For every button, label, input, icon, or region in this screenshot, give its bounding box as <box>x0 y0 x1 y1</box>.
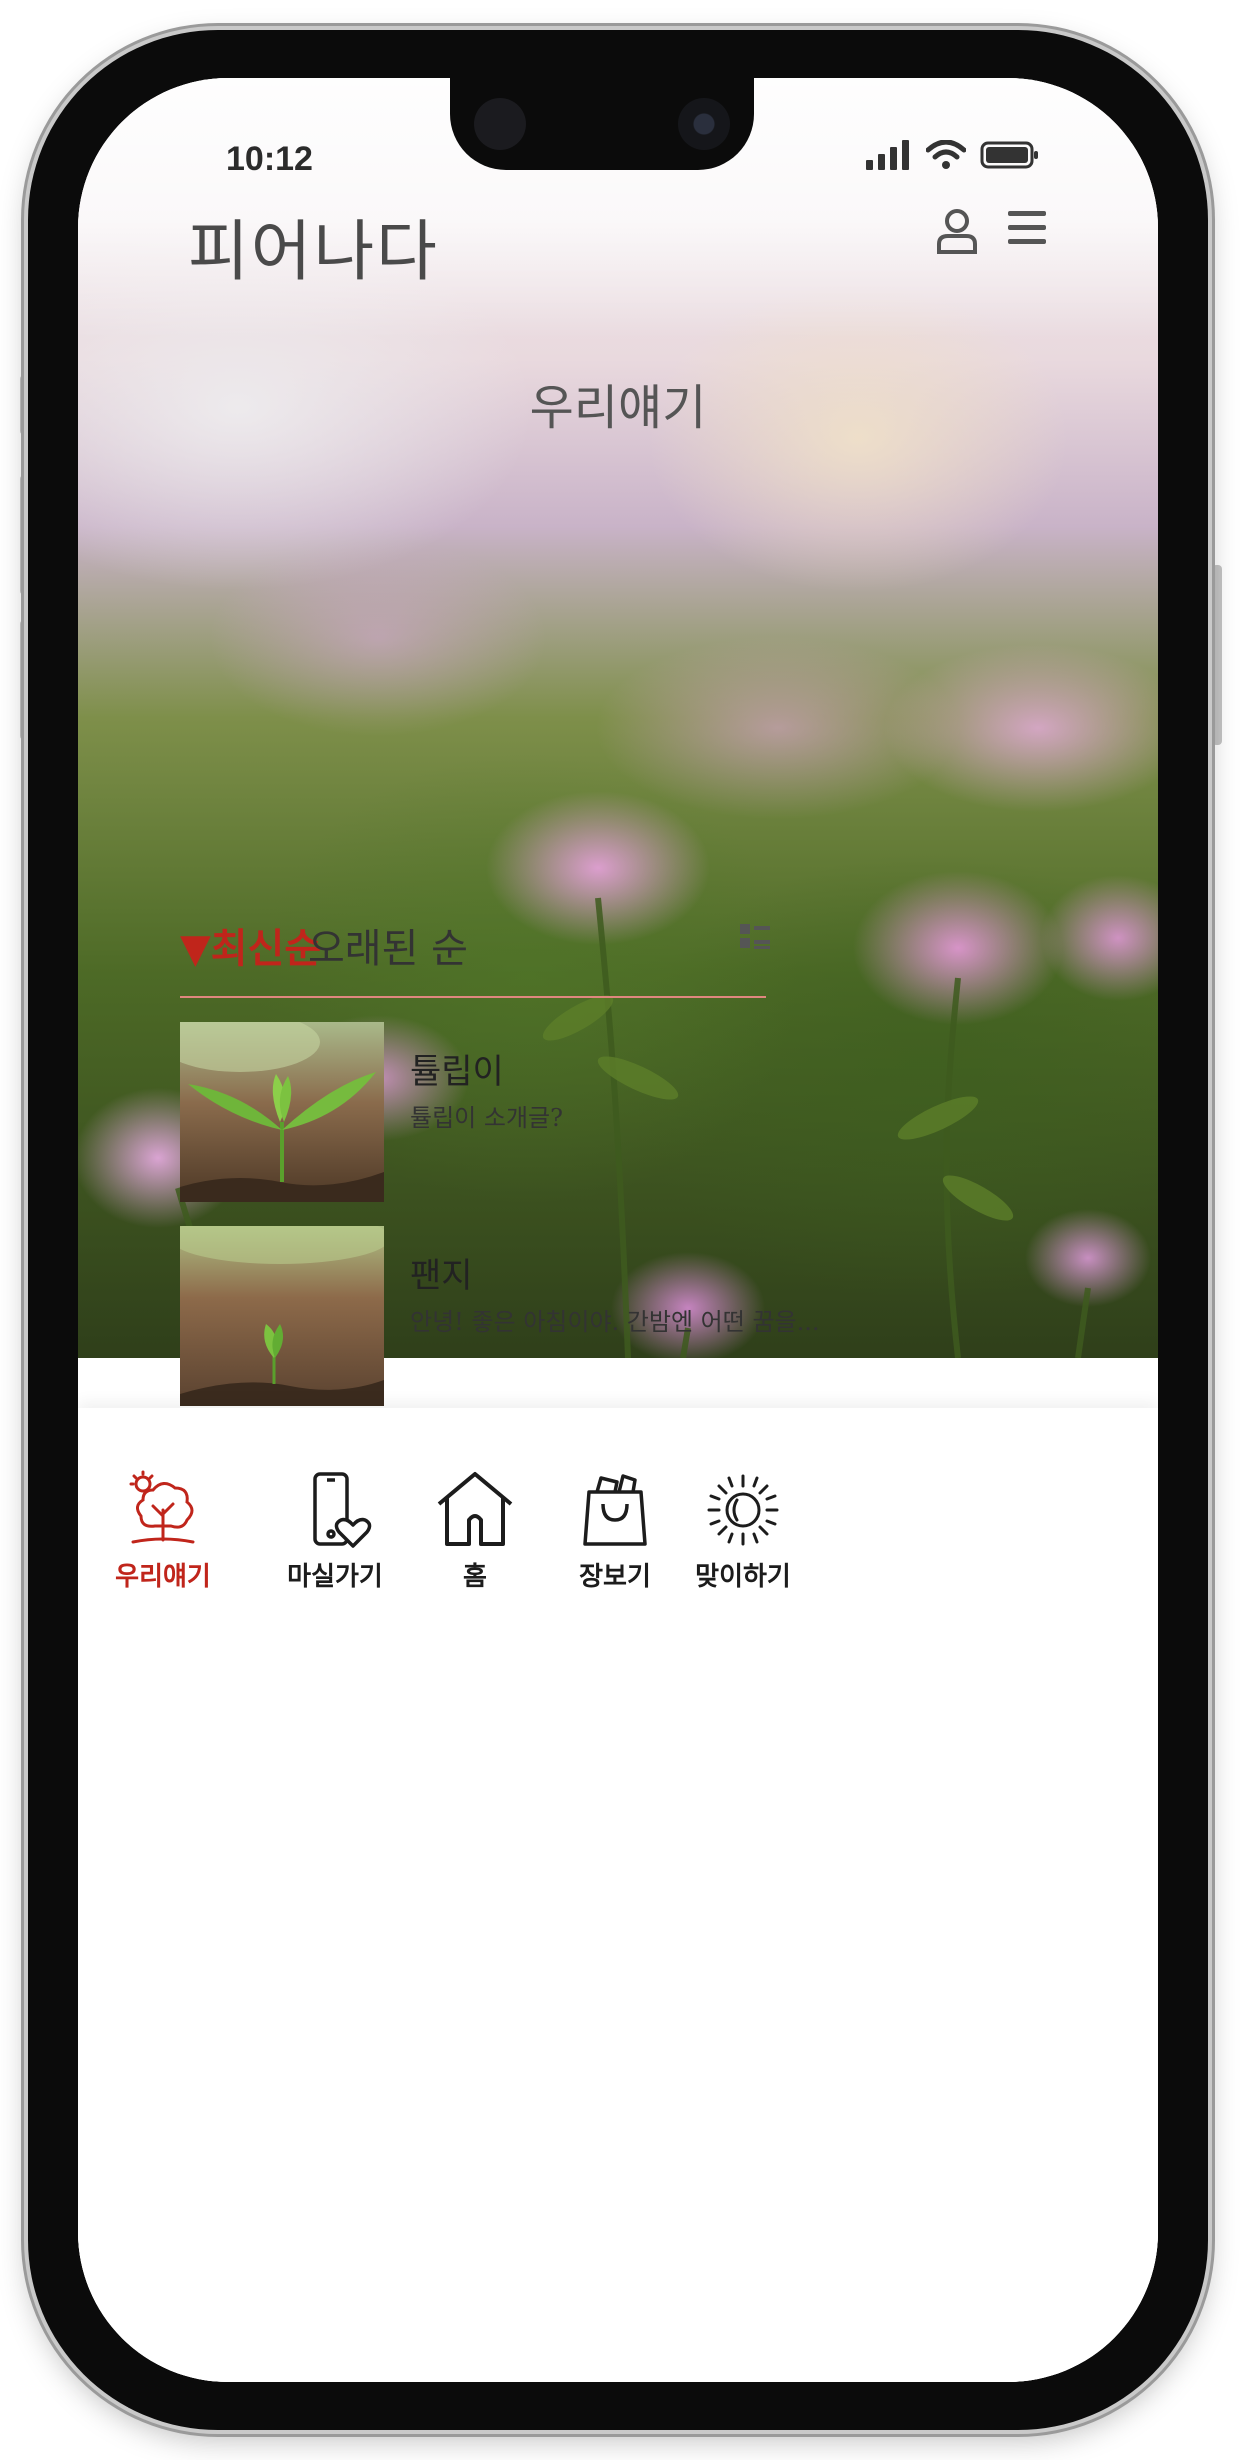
power-button <box>1212 565 1222 745</box>
front-camera <box>678 98 730 150</box>
nav-label: 우리얘기 <box>115 1562 211 1592</box>
post-thumbnail <box>180 1226 384 1406</box>
app-title: 피어나다 <box>188 213 439 290</box>
signal-icon <box>866 140 909 170</box>
sort-divider <box>180 996 766 998</box>
post-excerpt: 안녕! 좋은 아침이야. 간밤엔 어떤 꿈을... <box>410 1308 820 1336</box>
post-thumbnail <box>180 1022 384 1202</box>
post-item[interactable]: 팬지 안녕! 좋은 아침이야. 간밤엔 어떤 꿈을... <box>180 1226 820 1406</box>
nav-tab-welcome[interactable]: 맞이하기 <box>658 1470 828 1593</box>
sun-icon <box>707 1474 779 1546</box>
user-icon[interactable] <box>936 208 978 254</box>
post-excerpt: 튤립이 소개글? <box>410 1104 563 1132</box>
sprout-image <box>180 1022 384 1202</box>
post-title: 팬지 <box>410 1256 473 1296</box>
status-icons <box>866 140 1040 170</box>
tree-icon <box>129 1470 195 1544</box>
seedling-image <box>180 1226 384 1406</box>
sort-oldest-tab[interactable]: 오래된 순 <box>308 916 468 974</box>
menu-icon[interactable] <box>1006 208 1048 248</box>
sensor <box>474 98 526 150</box>
header-actions <box>936 208 1048 254</box>
list-view-icon[interactable] <box>740 924 770 950</box>
sort-newest-tab[interactable]: ▼최신순 <box>180 916 321 974</box>
hero-section-title: 우리얘기 <box>529 380 707 436</box>
wifi-icon <box>926 140 966 169</box>
nav-label: 맞이하기 <box>695 1562 791 1592</box>
post-item[interactable]: 튤립이 튤립이 소개글? <box>180 1022 766 1202</box>
phone-heart-icon <box>313 1472 372 1548</box>
battery-icon <box>980 141 1038 169</box>
sort-bar: ▼최신순 오래된 순 <box>180 916 770 976</box>
notch <box>450 78 754 170</box>
nav-tab-our-story[interactable]: 우리얘기 <box>78 1470 248 1593</box>
home-icon <box>437 1472 513 1546</box>
shopping-bag-icon <box>583 1474 647 1546</box>
post-title: 튤립이 <box>410 1052 504 1092</box>
status-time: 10:12 <box>226 140 313 178</box>
